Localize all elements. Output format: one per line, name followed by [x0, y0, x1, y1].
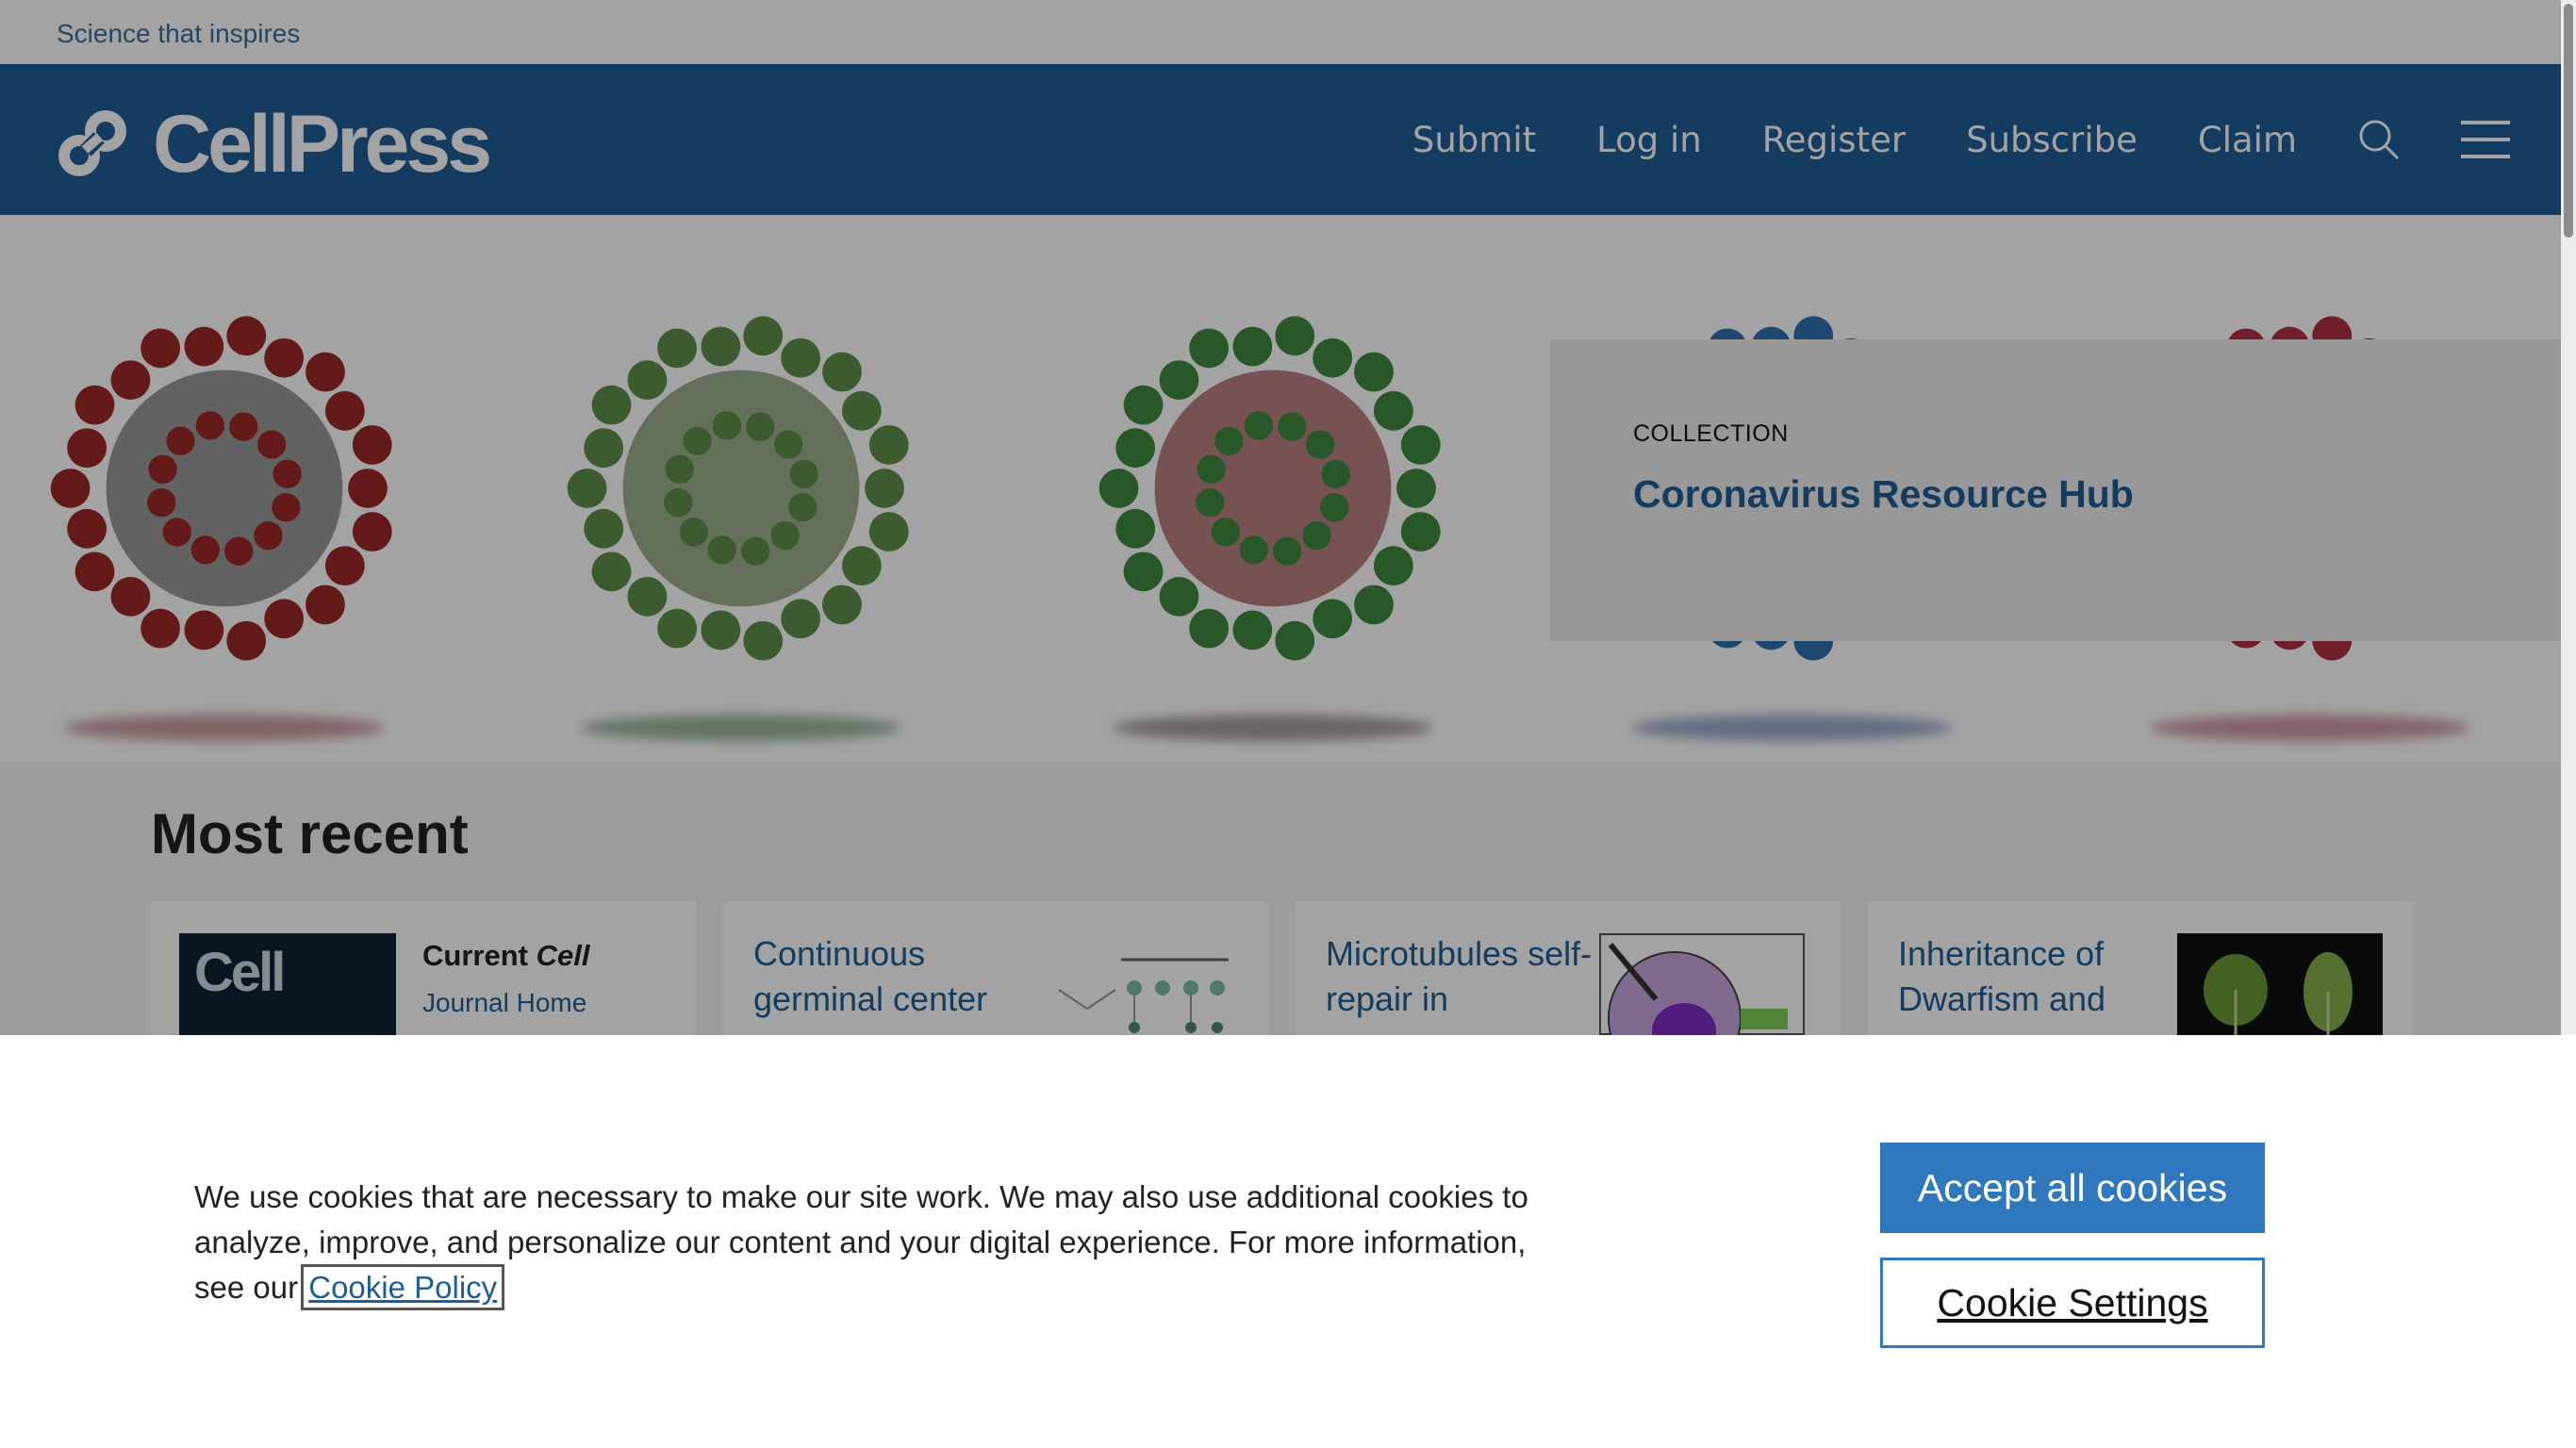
cookie-settings-button[interactable]: Cookie Settings: [1880, 1258, 2265, 1348]
scroll-thumb[interactable]: [2564, 4, 2573, 238]
cookie-policy-link[interactable]: Cookie Policy: [301, 1264, 505, 1310]
accept-all-cookies-button[interactable]: Accept all cookies: [1880, 1143, 2265, 1233]
cookie-message: We use cookies that are necessary to mak…: [194, 1175, 1533, 1310]
cookie-banner: We use cookies that are necessary to mak…: [0, 1035, 2576, 1448]
modal-dim-overlay: [0, 0, 2576, 1035]
